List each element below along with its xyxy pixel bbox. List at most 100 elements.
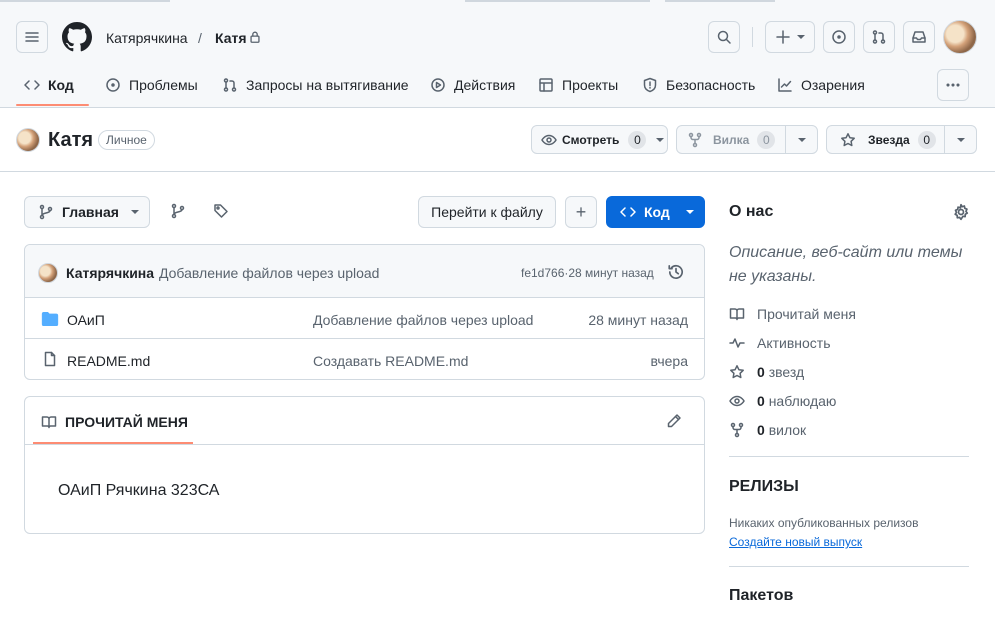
file-commit-time: 28 минут назад: [588, 312, 688, 328]
visibility-badge: Личное: [98, 130, 155, 150]
fork-icon: [730, 422, 744, 438]
browser-strip: [665, 0, 775, 2]
pencil-icon[interactable]: [666, 413, 682, 429]
row-divider: [25, 338, 704, 339]
breadcrumb-repo[interactable]: Катя: [215, 29, 247, 47]
divider: [0, 171, 995, 172]
commit-message[interactable]: Добавление файлов через upload: [159, 265, 379, 281]
file-commit-message[interactable]: Добавление файлов через upload: [313, 312, 533, 328]
folder-icon: [41, 311, 59, 327]
play-icon: [431, 78, 445, 92]
watch-label: Смотреть: [562, 132, 620, 147]
forks-link[interactable]: 0 вилок: [729, 422, 806, 438]
breadcrumb-owner[interactable]: Катярячкина: [106, 29, 188, 47]
commit-author-avatar: [38, 263, 58, 283]
watchers-link[interactable]: 0 наблюдаю: [729, 393, 836, 409]
activity-link-label: Активность: [757, 335, 831, 351]
star-button[interactable]: Звезда 0: [826, 125, 977, 154]
star-label: Звезда: [868, 132, 910, 147]
readme-link-label: Прочитай меня: [757, 306, 856, 322]
tab-label: Запросы на вытягивание: [246, 77, 409, 93]
go-to-file-label: Перейти к файлу: [431, 204, 543, 220]
star-icon: [841, 132, 855, 146]
pull-request-icon: [223, 78, 237, 92]
pull-request-icon: [872, 30, 886, 44]
shield-icon: [643, 77, 657, 93]
go-to-file-button[interactable]: Перейти к файлу: [418, 196, 556, 228]
create-release-link[interactable]: Создайте новый выпуск: [729, 535, 862, 549]
global-header: Катярячкина / Катя Код Проблемы Запросы …: [0, 0, 995, 108]
watching-count: 0: [757, 393, 765, 409]
browser-strip: [465, 0, 650, 2]
branch-selector[interactable]: Главная: [24, 196, 150, 228]
commit-author[interactable]: Катярячкина: [66, 265, 154, 281]
readme-tab[interactable]: ПРОЧИТАЙ МЕНЯ: [65, 414, 188, 430]
menu-button[interactable]: [16, 21, 48, 53]
code-icon: [620, 207, 636, 217]
commit-hash-time[interactable]: fe1d766·28 минут назад: [521, 266, 654, 280]
tab-actions[interactable]: Действия: [430, 74, 515, 96]
tab-security[interactable]: Безопасность: [642, 74, 755, 96]
search-button[interactable]: [708, 21, 740, 53]
inbox-button[interactable]: [903, 21, 935, 53]
activity-link[interactable]: Активность: [729, 335, 831, 351]
gear-icon[interactable]: [952, 203, 970, 221]
code-button-label: Код: [644, 204, 670, 220]
tab-code[interactable]: Код: [24, 74, 74, 96]
releases-title[interactable]: РЕЛИЗЫ: [729, 478, 799, 496]
chevron-down-icon: [797, 35, 805, 39]
file-name[interactable]: README.md: [67, 353, 150, 369]
fork-icon: [688, 132, 702, 147]
graph-icon: [778, 78, 792, 92]
tags-link[interactable]: [213, 203, 231, 221]
create-new-button[interactable]: [765, 21, 815, 53]
tab-projects[interactable]: Проекты: [538, 74, 618, 96]
watch-button[interactable]: Смотреть 0: [531, 125, 668, 154]
more-tabs-button[interactable]: [937, 69, 969, 101]
code-dropdown-button[interactable]: Код: [606, 196, 705, 228]
pulse-icon: [729, 338, 745, 348]
active-tab-indicator: [16, 104, 89, 106]
divider: [752, 27, 753, 47]
readme-link[interactable]: Прочитай меня: [729, 306, 856, 322]
issues-button[interactable]: [823, 21, 855, 53]
kebab-horizontal-icon: [946, 83, 960, 87]
lock-icon: [250, 31, 260, 43]
file-commit-message[interactable]: Создавать README.md: [313, 353, 468, 369]
chevron-down-icon: [130, 210, 139, 214]
github-logo[interactable]: [61, 21, 93, 53]
repo-name[interactable]: Катя: [48, 129, 93, 152]
star-count: 0: [917, 130, 936, 149]
stars-count: 0: [757, 364, 765, 380]
history-icon[interactable]: [667, 263, 685, 281]
tab-label: Безопасность: [666, 77, 756, 93]
stars-link[interactable]: 0 звезд: [729, 364, 804, 380]
add-file-button[interactable]: +: [565, 196, 597, 228]
forks-count: 0: [757, 422, 765, 438]
fork-label: Вилка: [713, 132, 750, 147]
tab-pull-requests[interactable]: Запросы на вытягивание: [222, 74, 409, 96]
file-commit-time: вчера: [650, 353, 688, 369]
inbox-icon: [912, 31, 926, 43]
plus-icon: +: [575, 201, 587, 222]
tag-icon: [214, 204, 228, 218]
readme-panel: ПРОЧИТАЙ МЕНЯ ОАиП Рячкина 323СА: [24, 396, 705, 534]
file-name[interactable]: ОАиП: [67, 312, 105, 328]
code-icon: [24, 80, 40, 90]
fork-dropdown[interactable]: [785, 126, 817, 153]
packages-title[interactable]: Пакетов: [729, 587, 793, 605]
star-dropdown[interactable]: [944, 126, 976, 153]
star-icon: [730, 365, 744, 379]
tab-insights[interactable]: Озарения: [777, 74, 865, 96]
user-avatar[interactable]: [943, 20, 977, 54]
pull-requests-button[interactable]: [863, 21, 895, 53]
plus-icon: [776, 30, 790, 44]
fork-button[interactable]: Вилка 0: [676, 125, 818, 154]
tab-issues[interactable]: Проблемы: [105, 74, 198, 96]
branches-link[interactable]: [170, 203, 188, 221]
chevron-down-icon: [656, 137, 665, 142]
issue-icon: [106, 78, 120, 92]
file-browser: Катярячкина Добавление файлов через uplo…: [24, 244, 705, 380]
divider: [25, 444, 704, 445]
watch-count: 0: [628, 130, 647, 149]
